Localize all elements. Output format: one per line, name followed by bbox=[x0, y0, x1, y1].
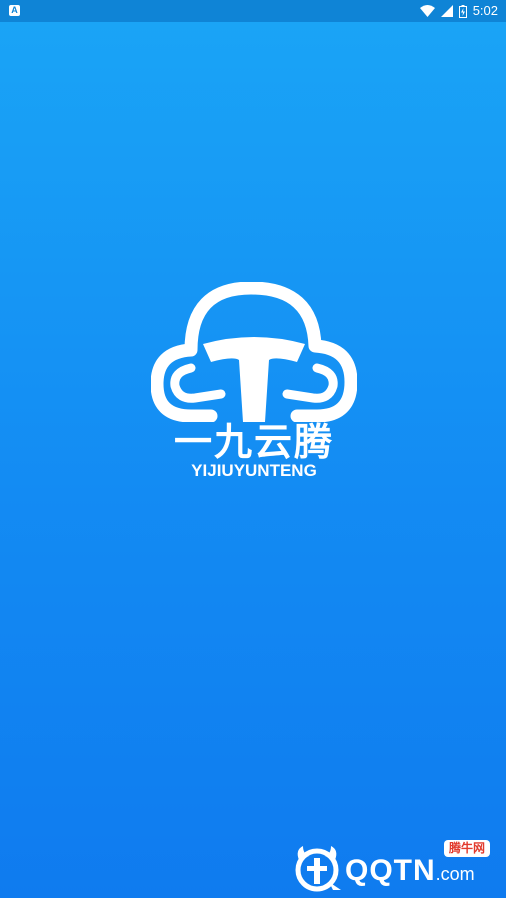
cloud-logo-icon bbox=[151, 282, 357, 422]
app-notification-icon: A bbox=[9, 5, 20, 16]
watermark-site-name: QQTN.com bbox=[345, 854, 475, 887]
battery-icon bbox=[458, 4, 467, 18]
wifi-icon bbox=[419, 5, 435, 17]
splash-logo: 一九云腾 YIJIUYUNTENG bbox=[151, 282, 357, 482]
watermark-domain: .com bbox=[435, 864, 475, 884]
cell-signal-icon bbox=[440, 5, 453, 17]
status-icons: 5:02 bbox=[419, 0, 498, 22]
qqtn-bull-icon bbox=[295, 846, 341, 892]
brand-name-english: YIJIUYUNTENG bbox=[191, 461, 317, 480]
site-watermark: 腾牛网 QQTN.com bbox=[293, 840, 498, 892]
brand-name-chinese: 一九云腾 bbox=[173, 422, 334, 464]
status-bar: A 5:02 bbox=[0, 0, 506, 22]
status-time: 5:02 bbox=[472, 3, 498, 18]
